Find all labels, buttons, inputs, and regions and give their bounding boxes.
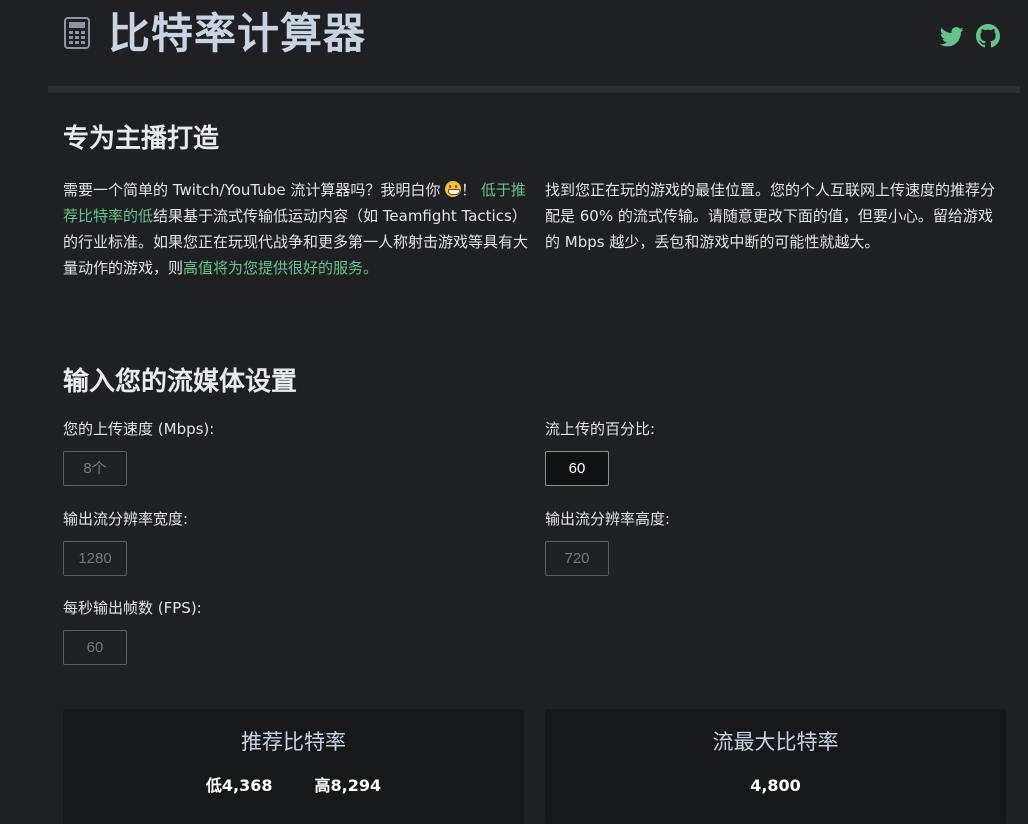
twitter-icon bbox=[939, 27, 964, 52]
page: 比特率计算器 专为主播打造 需要一个简单的 Twitch/YouTube 流计算… bbox=[0, 0, 1028, 824]
recommended-bitrate-title: 推荐比特率 bbox=[241, 730, 346, 754]
app-title: 比特率计算器 bbox=[108, 9, 367, 58]
recommended-high-value: 高8,294 bbox=[314, 776, 382, 795]
intro-paragraph-right: 找到您正在玩的游戏的最佳位置。您的个人互联网上传速度的推荐分配是 60% 的流式… bbox=[545, 181, 996, 251]
header: 比特率计算器 bbox=[0, 0, 1028, 86]
resolution-width-label: 输出流分辨率宽度: bbox=[63, 510, 189, 528]
intro-heading: 专为主播打造 bbox=[63, 124, 220, 154]
upload-speed-input[interactable] bbox=[63, 451, 127, 486]
recommended-low-value: 低4,368 bbox=[205, 776, 273, 795]
resolution-height-input[interactable] bbox=[545, 541, 609, 576]
resolution-height-label: 输出流分辨率高度: bbox=[545, 510, 671, 528]
fps-input[interactable] bbox=[63, 630, 127, 665]
github-icon bbox=[976, 24, 1000, 52]
resolution-width-input[interactable] bbox=[63, 541, 127, 576]
max-bitrate-title: 流最大比特率 bbox=[712, 730, 839, 754]
intro-text-1: 需要一个简单的 Twitch/YouTube 流计算器吗？我明白你 bbox=[63, 181, 441, 199]
settings-heading: 输入您的流媒体设置 bbox=[63, 367, 298, 397]
upload-percent-label: 流上传的百分比: bbox=[545, 420, 656, 438]
upload-percent-input[interactable] bbox=[545, 451, 609, 486]
upload-speed-label: 您的上传速度 (Mbps): bbox=[63, 420, 215, 438]
intro-paragraph-left: 需要一个简单的 Twitch/YouTube 流计算器吗？我明白你 ！ 低于推荐… bbox=[63, 177, 528, 281]
header-divider bbox=[48, 86, 1020, 93]
github-link[interactable] bbox=[976, 24, 1000, 48]
recommended-bitrate-values: 低4,368 高8,294 bbox=[63, 775, 524, 797]
recommended-bitrate-card: 推荐比特率 低4,368 高8,294 bbox=[63, 709, 524, 824]
high-bitrate-link[interactable]: 高值将为您提供很好的服务。 bbox=[183, 259, 378, 277]
grin-emoji-icon bbox=[445, 181, 462, 197]
intro-text-2: ！ bbox=[461, 181, 477, 199]
max-bitrate-value: 4,800 bbox=[750, 776, 801, 795]
twitter-link[interactable] bbox=[939, 26, 964, 48]
max-bitrate-card: 流最大比特率 4,800 bbox=[545, 709, 1006, 824]
calculator-icon bbox=[64, 17, 90, 49]
fps-label: 每秒输出帧数 (FPS): bbox=[63, 599, 202, 617]
